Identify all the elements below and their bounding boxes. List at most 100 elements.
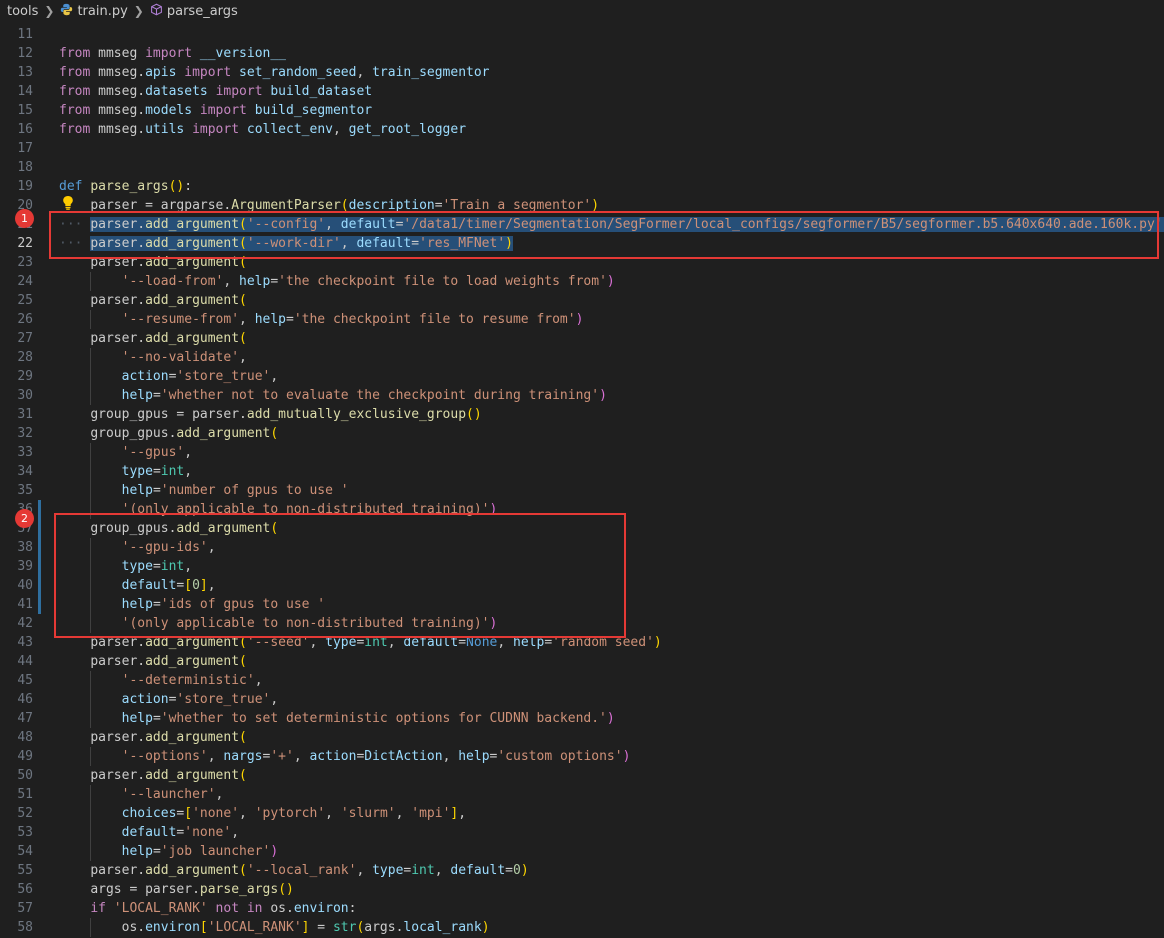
code-line[interactable]: 47 help='whether to set deterministic op…: [0, 709, 1164, 728]
breadcrumb-file-label: train.py: [77, 4, 127, 19]
line-number: 17: [0, 139, 33, 158]
annotation-box-2: [54, 513, 626, 638]
annotation-badge-1: 1: [15, 209, 34, 228]
code-line[interactable]: 15 from mmseg.models import build_segment…: [0, 101, 1164, 120]
code-line[interactable]: 51 '--launcher',: [0, 785, 1164, 804]
code-line[interactable]: 34 type=int,: [0, 462, 1164, 481]
line-number: 32: [0, 424, 33, 443]
code-line[interactable]: 28 '--no-validate',: [0, 348, 1164, 367]
line-number: 38: [0, 538, 33, 557]
code-text: help='job launcher'): [59, 842, 278, 861]
code-line[interactable]: 53 default='none',: [0, 823, 1164, 842]
line-number: 34: [0, 462, 33, 481]
code-line[interactable]: 49 '--options', nargs='+', action=DictAc…: [0, 747, 1164, 766]
code-line[interactable]: 17: [0, 139, 1164, 158]
code-text: '--load-from', help='the checkpoint file…: [59, 272, 615, 291]
code-text: parser.add_argument(: [59, 728, 247, 747]
line-number: 56: [0, 880, 33, 899]
code-text: '--deterministic',: [59, 671, 263, 690]
breadcrumb-symbol[interactable]: parse_args: [150, 3, 238, 20]
code-text: '--options', nargs='+', action=DictActio…: [59, 747, 630, 766]
line-number: 53: [0, 823, 33, 842]
code-line[interactable]: 11: [0, 25, 1164, 44]
line-number: 41: [0, 595, 33, 614]
code-line[interactable]: 48 parser.add_argument(: [0, 728, 1164, 747]
code-text: action='store_true',: [59, 367, 278, 386]
line-number: 28: [0, 348, 33, 367]
code-line[interactable]: 24 '--load-from', help='the checkpoint f…: [0, 272, 1164, 291]
code-line[interactable]: 45 '--deterministic',: [0, 671, 1164, 690]
line-number: 11: [0, 25, 33, 44]
line-number: 45: [0, 671, 33, 690]
code-line[interactable]: 55 parser.add_argument('--local_rank', t…: [0, 861, 1164, 880]
python-file-icon: [60, 3, 73, 20]
method-cube-icon: [150, 3, 163, 20]
line-number: 15: [0, 101, 33, 120]
breadcrumb-folder[interactable]: tools: [7, 4, 38, 19]
modified-line-indicator: [38, 538, 41, 614]
code-text: from mmseg.datasets import build_dataset: [59, 82, 372, 101]
code-line[interactable]: 16 from mmseg.utils import collect_env, g…: [0, 120, 1164, 139]
code-line[interactable]: 25 parser.add_argument(: [0, 291, 1164, 310]
code-text: '--resume-from', help='the checkpoint fi…: [59, 310, 583, 329]
line-number: 18: [0, 158, 33, 177]
annotation-box-1: [49, 211, 1159, 259]
code-text: args = parser.parse_args(): [59, 880, 294, 899]
code-editor[interactable]: 1112from mmseg import __version__13from …: [0, 22, 1164, 938]
line-number: 25: [0, 291, 33, 310]
line-number: 22: [0, 234, 33, 253]
code-line[interactable]: 18: [0, 158, 1164, 177]
line-number: 43: [0, 633, 33, 652]
code-line[interactable]: 29 action='store_true',: [0, 367, 1164, 386]
line-number: 14: [0, 82, 33, 101]
code-line[interactable]: 14 from mmseg.datasets import build_datas…: [0, 82, 1164, 101]
line-number: 24: [0, 272, 33, 291]
lightbulb-icon[interactable]: [62, 195, 74, 214]
code-line[interactable]: 26 '--resume-from', help='the checkpoint…: [0, 310, 1164, 329]
line-number: 31: [0, 405, 33, 424]
code-line[interactable]: 56 args = parser.parse_args(): [0, 880, 1164, 899]
line-number: 16: [0, 120, 33, 139]
breadcrumb: tools ❯ train.py ❯ parse_args: [0, 0, 1164, 22]
code-text: group_gpus = parser.add_mutually_exclusi…: [59, 405, 482, 424]
line-number: 27: [0, 329, 33, 348]
line-number: 23: [0, 253, 33, 272]
line-number: 48: [0, 728, 33, 747]
code-line[interactable]: 46 action='store_true',: [0, 690, 1164, 709]
code-line[interactable]: 12from mmseg import __version__: [0, 44, 1164, 63]
code-line[interactable]: 13from mmseg.apis import set_random_seed…: [0, 63, 1164, 82]
code-line[interactable]: 31 group_gpus = parser.add_mutually_excl…: [0, 405, 1164, 424]
code-text: action='store_true',: [59, 690, 278, 709]
modified-line-indicator: [38, 500, 41, 538]
line-number: 13: [0, 63, 33, 82]
code-text: from mmseg.models import build_segmentor: [59, 101, 372, 120]
code-line[interactable]: 32 group_gpus.add_argument(: [0, 424, 1164, 443]
code-text: '--launcher',: [59, 785, 223, 804]
line-number: 30: [0, 386, 33, 405]
code-line[interactable]: 44 parser.add_argument(: [0, 652, 1164, 671]
code-line[interactable]: 54 help='job launcher'): [0, 842, 1164, 861]
code-text: '--gpus',: [59, 443, 192, 462]
breadcrumb-file[interactable]: train.py: [60, 3, 127, 20]
code-line[interactable]: 50 parser.add_argument(: [0, 766, 1164, 785]
code-text: type=int,: [59, 462, 192, 481]
code-line[interactable]: 58 os.environ['LOCAL_RANK'] = str(args.l…: [0, 918, 1164, 937]
code-line[interactable]: 19def parse_args():: [0, 177, 1164, 196]
code-text: parser.add_argument(: [59, 329, 247, 348]
code-text: from mmseg.utils import collect_env, get…: [59, 120, 466, 139]
chevron-right-icon: ❯: [134, 4, 144, 18]
code-text: def parse_args():: [59, 177, 192, 196]
code-line[interactable]: 35 help='number of gpus to use ': [0, 481, 1164, 500]
code-line[interactable]: 33 '--gpus',: [0, 443, 1164, 462]
line-number: 42: [0, 614, 33, 633]
code-line[interactable]: 57 if 'LOCAL_RANK' not in os.environ:: [0, 899, 1164, 918]
line-number: 58: [0, 918, 33, 937]
code-line[interactable]: 30 help='whether not to evaluate the che…: [0, 386, 1164, 405]
line-number: 35: [0, 481, 33, 500]
code-line[interactable]: 27 parser.add_argument(: [0, 329, 1164, 348]
code-text: if 'LOCAL_RANK' not in os.environ:: [59, 899, 356, 918]
breadcrumb-folder-label: tools: [7, 4, 38, 19]
code-line[interactable]: 52 choices=['none', 'pytorch', 'slurm', …: [0, 804, 1164, 823]
code-text: parser.add_argument(: [59, 766, 247, 785]
code-text: help='whether to set deterministic optio…: [59, 709, 615, 728]
